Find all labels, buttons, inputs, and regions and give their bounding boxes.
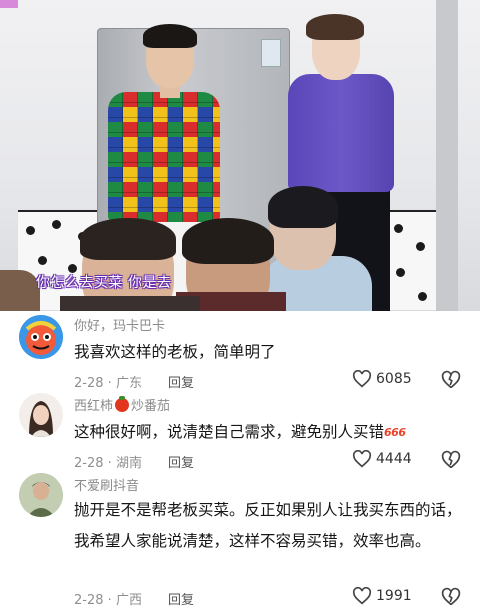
comment-text: 这种很好啊，说清楚自己需求，避免别人买错666 xyxy=(74,417,470,448)
person-photo-avatar-icon[interactable] xyxy=(19,473,63,517)
comment-location: 湖南 xyxy=(115,456,142,471)
like-count: 4444 xyxy=(376,451,412,467)
comment-username[interactable]: 西红柿 炒番茄 xyxy=(74,395,170,414)
comment-meta: 2-28 · 广西 xyxy=(74,593,142,606)
reply-button[interactable]: 回复 xyxy=(168,452,194,471)
corner-tag xyxy=(0,0,18,8)
tomato-icon xyxy=(115,396,130,412)
like-count: 1991 xyxy=(376,588,412,604)
comment-item: 不爱刷抖音 抛开是不是帮老板买菜。反正如果别人让我买东西的话，我希望人家能说清楚… xyxy=(0,471,480,606)
heart-icon xyxy=(352,450,372,468)
person-left-checkered-sweater xyxy=(108,92,220,222)
like-button[interactable]: 6085 xyxy=(352,370,412,388)
comment-username[interactable]: 不爱刷抖音 xyxy=(74,475,139,494)
comment-meta: 2-28 · 湖南 xyxy=(74,456,142,471)
broken-heart-icon xyxy=(441,370,461,389)
woman-photo-avatar-icon[interactable] xyxy=(19,393,63,437)
comment-text: 我喜欢这样的老板，简单明了 xyxy=(74,343,276,361)
like-button[interactable]: 1991 xyxy=(352,587,412,605)
heart-icon xyxy=(352,587,372,605)
polka-dot-board-right xyxy=(384,210,436,310)
broken-heart-icon xyxy=(441,587,461,606)
cartoon-face-avatar-icon[interactable] xyxy=(19,315,63,359)
comment-date: 2-28 xyxy=(74,376,104,391)
comment-location: 广东 xyxy=(115,376,142,391)
dislike-button[interactable] xyxy=(441,587,461,606)
like-button[interactable]: 4444 xyxy=(352,450,412,468)
dislike-button[interactable] xyxy=(441,370,461,394)
reply-button[interactable]: 回复 xyxy=(168,372,194,391)
comment-text: 抛开是不是帮老板买菜。反正如果别人让我买东西的话，我希望人家能说清楚，这样不容易… xyxy=(74,501,462,550)
comment-item: 西红柿 炒番茄 这种很好啊，说清楚自己需求，避免别人买错666 2-28 · 湖南… xyxy=(0,393,480,475)
comment-date: 2-28 xyxy=(74,593,104,606)
wall-pillar xyxy=(436,0,458,311)
video-frame[interactable]: 你怎么去买菜 你是去 xyxy=(0,0,480,311)
comment-date: 2-28 xyxy=(74,456,104,471)
reply-button[interactable]: 回复 xyxy=(168,589,194,606)
emoji-666-badge: 666 xyxy=(384,426,406,439)
comment-location: 广西 xyxy=(115,593,142,606)
heart-icon xyxy=(352,370,372,388)
broken-heart-icon xyxy=(441,450,461,469)
like-count: 6085 xyxy=(376,371,412,387)
video-subtitle: 你怎么去买菜 你是去 xyxy=(36,275,172,291)
person-right-purple-sweater xyxy=(288,74,394,192)
comment-username[interactable]: 你好，玛卡巴卡 xyxy=(74,315,165,334)
comment-item: 你好，玛卡巴卡 我喜欢这样的老板，简单明了 2-28 · 广东 回复 6085 xyxy=(0,311,480,393)
comment-meta: 2-28 · 广东 xyxy=(74,376,142,391)
